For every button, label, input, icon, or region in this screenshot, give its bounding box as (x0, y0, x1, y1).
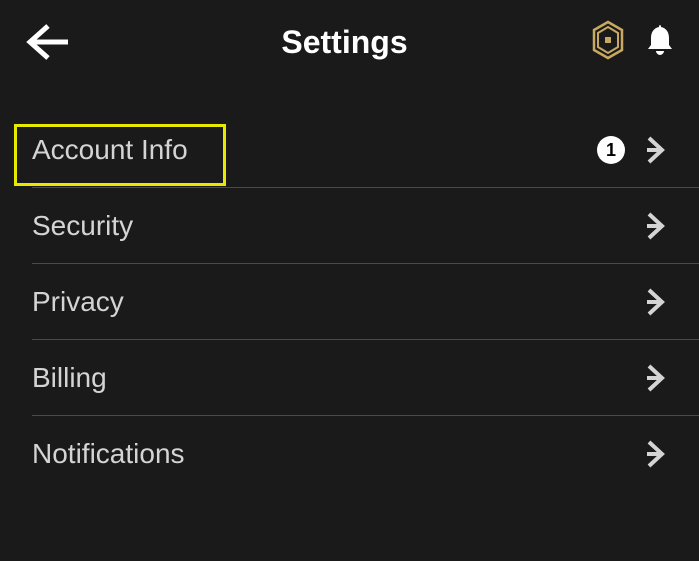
list-item-label: Privacy (32, 286, 124, 318)
list-item-label: Account Info (32, 134, 188, 166)
list-item-billing[interactable]: Billing (0, 340, 699, 416)
robux-icon (587, 19, 629, 61)
list-item-label: Security (32, 210, 133, 242)
list-item-privacy[interactable]: Privacy (0, 264, 699, 340)
robux-button[interactable] (587, 19, 629, 66)
notifications-button[interactable] (645, 23, 675, 62)
list-item-right (645, 212, 667, 240)
list-item-label: Billing (32, 362, 107, 394)
badge-count: 1 (597, 136, 625, 164)
list-item-right (645, 288, 667, 316)
page-title: Settings (102, 24, 587, 61)
list-item-right (645, 440, 667, 468)
bell-icon (645, 23, 675, 57)
arrow-left-icon (24, 22, 72, 62)
list-item-right (645, 364, 667, 392)
list-item-security[interactable]: Security (0, 188, 699, 264)
list-item-account-info[interactable]: Account Info 1 (0, 112, 699, 188)
header-actions (587, 19, 675, 66)
chevron-right-icon (645, 440, 667, 468)
chevron-right-icon (645, 136, 667, 164)
chevron-right-icon (645, 364, 667, 392)
back-button[interactable] (24, 22, 72, 62)
list-item-right: 1 (597, 136, 667, 164)
header: Settings (0, 0, 699, 84)
list-item-notifications[interactable]: Notifications (0, 416, 699, 492)
chevron-right-icon (645, 288, 667, 316)
chevron-right-icon (645, 212, 667, 240)
settings-list: Account Info 1 Security Privacy (0, 84, 699, 492)
list-item-label: Notifications (32, 438, 185, 470)
